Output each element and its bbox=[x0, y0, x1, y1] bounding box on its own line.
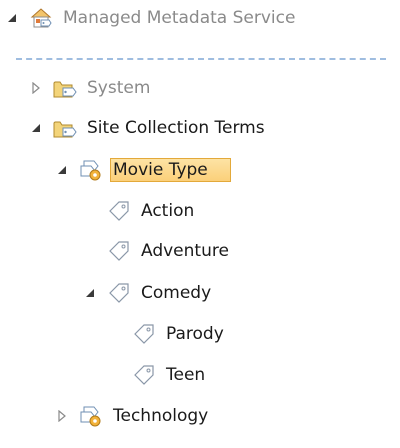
tag-icon bbox=[131, 322, 157, 346]
tree-node-label[interactable]: Adventure bbox=[138, 240, 232, 262]
collapsed-arrow-icon[interactable] bbox=[56, 410, 68, 422]
expanded-arrow-icon[interactable] bbox=[30, 122, 42, 134]
tree-node-root[interactable]: Managed Metadata Service bbox=[6, 5, 298, 31]
tag-icon bbox=[106, 199, 132, 223]
term-set-icon bbox=[78, 158, 104, 182]
tree-node-label[interactable]: Teen bbox=[163, 364, 208, 386]
tree-node-label[interactable]: Managed Metadata Service bbox=[60, 7, 298, 29]
tree-node-label[interactable]: Action bbox=[138, 200, 197, 222]
collapsed-arrow-icon[interactable] bbox=[30, 82, 42, 94]
tag-icon bbox=[131, 363, 157, 387]
metadata-service-icon bbox=[28, 6, 54, 30]
tree-node-site-collection-terms[interactable]: Site Collection Terms bbox=[30, 115, 268, 141]
tree-node-label[interactable]: Comedy bbox=[138, 282, 214, 304]
dashed-divider bbox=[16, 58, 386, 60]
tree-node-adventure[interactable]: Adventure bbox=[106, 238, 232, 264]
tree-node-label[interactable]: Technology bbox=[110, 405, 211, 427]
tree-node-system[interactable]: System bbox=[30, 75, 153, 101]
tree-node-label[interactable]: Parody bbox=[163, 323, 227, 345]
term-set-icon bbox=[78, 404, 104, 428]
tree-node-action[interactable]: Action bbox=[106, 198, 197, 224]
tag-icon bbox=[106, 281, 132, 305]
folder-tag-icon bbox=[52, 116, 78, 140]
tree-node-label[interactable]: System bbox=[84, 77, 153, 99]
expanded-arrow-icon[interactable] bbox=[56, 164, 68, 176]
folder-tag-icon bbox=[52, 76, 78, 100]
tree-node-technology[interactable]: Technology bbox=[56, 403, 211, 429]
tree-node-movie-type[interactable]: Movie Type bbox=[56, 157, 231, 183]
tree-node-teen[interactable]: Teen bbox=[131, 362, 208, 388]
expanded-arrow-icon[interactable] bbox=[84, 287, 96, 299]
tree-node-parody[interactable]: Parody bbox=[131, 321, 227, 347]
tree-node-label[interactable]: Site Collection Terms bbox=[84, 117, 268, 139]
expanded-arrow-icon[interactable] bbox=[6, 12, 18, 24]
tree-node-comedy[interactable]: Comedy bbox=[84, 280, 214, 306]
tree-node-label[interactable]: Movie Type bbox=[110, 158, 231, 182]
tag-icon bbox=[106, 239, 132, 263]
